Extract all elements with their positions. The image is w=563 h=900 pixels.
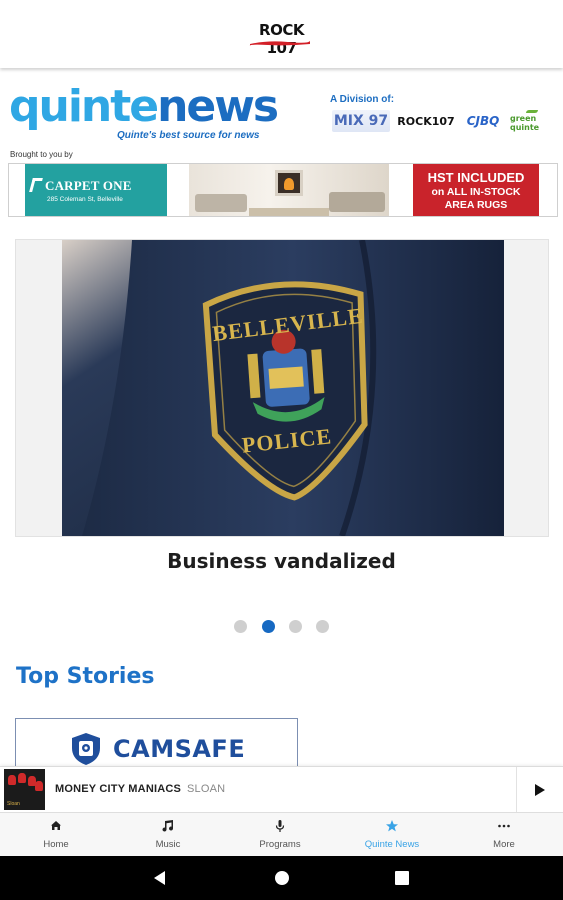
nav-music[interactable]: Music [112,813,224,857]
album-art[interactable]: Sloan [4,769,45,810]
bottom-navigation: Home Music Programs Quinte News More [0,812,563,856]
promo-block: HST INCLUDED on ALL IN-STOCK AREA RUGS [413,164,539,216]
album-figure-2 [18,773,26,783]
star-icon [386,820,398,832]
nav-programs-label: Programs [259,839,301,850]
more-dots-icon [498,824,510,828]
carousel-dot-3[interactable] [289,620,302,633]
brought-to-you-label: Brought to you by [10,150,73,159]
wordmark-news: news [157,81,279,132]
carousel-dot-4[interactable] [316,620,329,633]
music-note-icon [162,820,174,832]
quinte-news-wordmark: quintenews [9,81,279,132]
album-figure-4 [35,781,43,791]
quinte-tagline: Quinte's best source for news [117,130,260,141]
swoosh-icon [249,41,310,46]
mini-player[interactable]: Sloan MONEY CITY MANIACS SLOAN [0,766,563,813]
play-button[interactable] [516,767,563,813]
play-icon [535,784,545,796]
album-figure-1 [8,775,16,785]
nav-more[interactable]: More [448,813,560,857]
now-playing-artist: SLOAN [187,783,226,795]
promo-line-1: HST INCLUDED [427,170,525,185]
home-icon [51,821,61,830]
division-label: A Division of: [330,94,395,105]
carousel-pagination [234,620,334,634]
recents-square-icon[interactable] [392,868,412,888]
quinte-news-logo[interactable]: quintenews Quinte's best source for news [9,82,279,146]
police-patch-image [62,240,504,536]
home-circle-icon[interactable] [272,868,292,888]
carousel-dot-1[interactable] [234,620,247,633]
now-playing-song: MONEY CITY MANIACS [55,783,182,795]
system-navigation-bar [0,856,563,900]
living-room-image [189,164,389,216]
cjbq-logo: CJBQ [466,114,500,128]
microphone-icon [275,820,285,832]
sofa-shape [195,194,247,212]
nav-programs[interactable]: Programs [224,813,336,857]
armchair-shape [329,192,385,212]
camsafe-wordmark: CAMSAFE [113,735,246,763]
nav-home-label: Home [43,839,69,850]
nav-quinte-news[interactable]: Quinte News [336,813,448,857]
carpet-one-block: CARPET ONE 285 Coleman St, Belleville [25,164,167,216]
album-text: Sloan [7,801,20,807]
carpet-one-mark-icon [29,178,43,192]
fire-shape [284,178,294,190]
rug-shape [249,208,329,216]
green-quinte-text: green quinte [510,114,540,132]
leaf-icon [526,110,538,113]
green-quinte-logo: green quinte [510,110,554,132]
nav-music-label: Music [155,839,181,850]
sponsor-banner-ad[interactable]: CARPET ONE 285 Coleman St, Belleville HS… [8,163,558,217]
carousel-headline[interactable]: Business vandalized [0,549,563,573]
rock107-small-logo: ROCK107 [397,110,455,132]
news-carousel[interactable]: BELLEVILLE POLICE [15,239,549,537]
quinte-news-header: quintenews Quinte's best source for news… [0,80,563,150]
carousel-dot-2-active[interactable] [262,620,275,633]
rock107-logo[interactable]: ROCK 107 [244,21,320,57]
carpet-one-address: 285 Coleman St, Belleville [47,196,123,203]
back-triangle-icon[interactable] [150,868,170,888]
carousel-photo[interactable]: BELLEVILLE POLICE [62,240,504,536]
rock107-small-text: ROCK107 [397,114,455,128]
app-screen: ROCK 107 quintenews Quinte's best source… [0,0,563,900]
carpet-one-brand: CARPET ONE [45,178,132,193]
wordmark-quinte: quinte [9,81,159,132]
top-stories-heading: Top Stories [16,664,155,689]
promo-line-3: AREA RUGS [444,199,508,211]
nav-home[interactable]: Home [0,813,112,857]
top-app-bar: ROCK 107 [0,0,563,68]
nav-quinte-news-label: Quinte News [364,839,420,850]
nav-more-label: More [493,839,515,850]
mix97-logo: MIX 97 [332,110,390,132]
camsafe-shield-icon [72,733,100,765]
promo-line-2: on ALL IN-STOCK [431,186,521,198]
